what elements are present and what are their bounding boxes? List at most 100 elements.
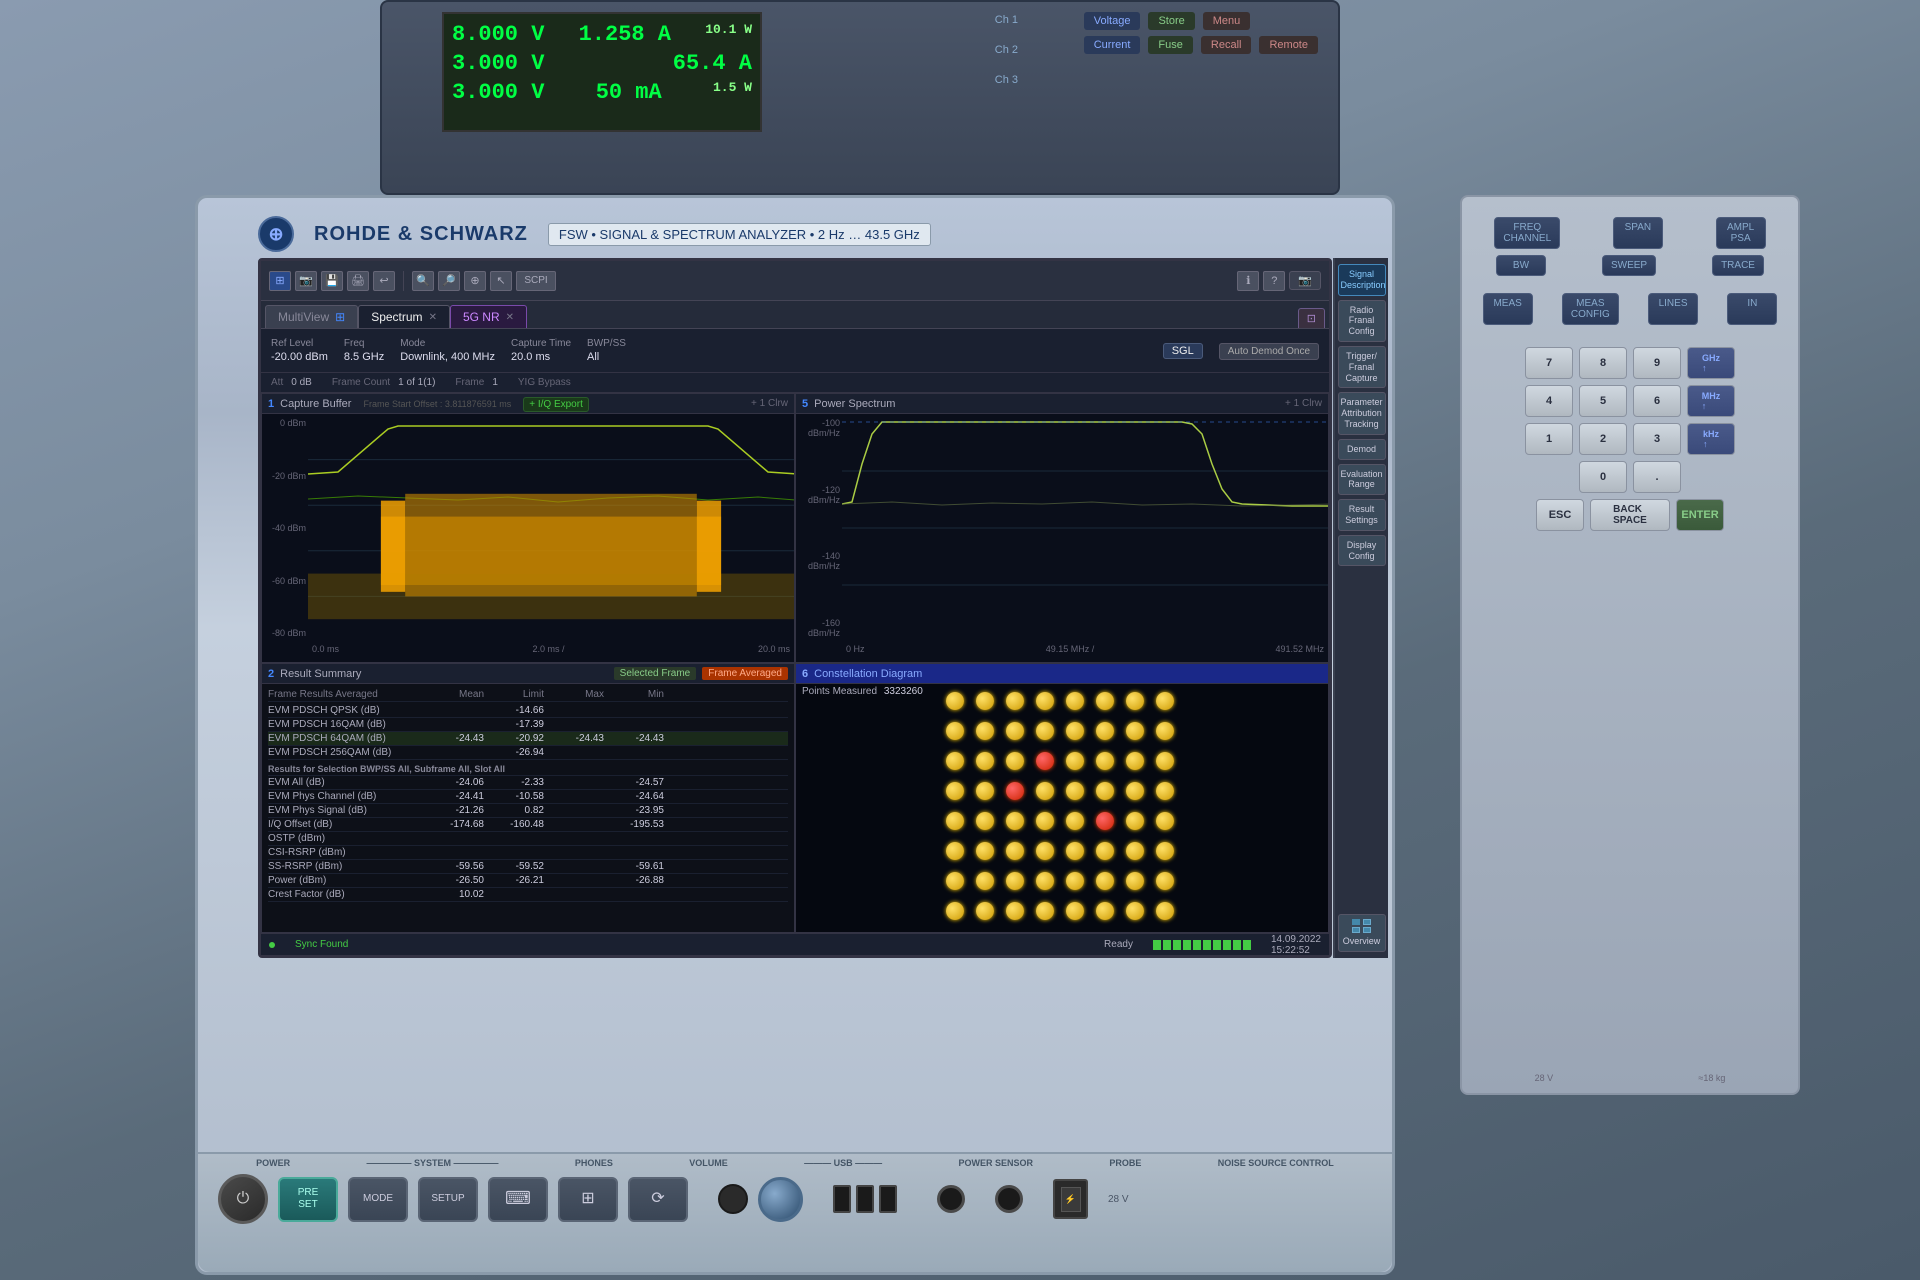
remote-btn[interactable]: Remote (1259, 36, 1318, 54)
power-sensor-connector[interactable] (937, 1185, 965, 1213)
key-4[interactable]: 4 (1525, 385, 1573, 417)
windows-icon[interactable]: ⊞ (269, 271, 291, 291)
trigger-btn[interactable]: Trigger/FranalCapture (1338, 346, 1386, 388)
result-row-iq-offset: I/Q Offset (dB) -174.68 -160.48 -195.53 (268, 818, 788, 832)
ampl-key[interactable]: AMPLPSA (1716, 217, 1766, 249)
key-9[interactable]: 9 (1633, 347, 1681, 379)
overview-btn[interactable]: Overview (1338, 914, 1386, 952)
usb-port-3[interactable] (879, 1185, 897, 1213)
key-2[interactable]: 2 (1579, 423, 1627, 455)
meas-key[interactable]: MEAS (1483, 293, 1533, 325)
tab-spectrum[interactable]: Spectrum ✕ (358, 305, 450, 328)
menu-btn[interactable]: Menu (1203, 12, 1251, 30)
volume-knob[interactable] (758, 1177, 803, 1222)
key-dot[interactable]: . (1633, 461, 1681, 493)
const-dot (1096, 782, 1114, 800)
hw-label-strip: 28 V ≈18 kg (1462, 1073, 1798, 1083)
preset-button[interactable]: PRESET (278, 1177, 338, 1222)
key-8[interactable]: 8 (1579, 347, 1627, 379)
scpi-btn[interactable]: SCPI (516, 271, 556, 291)
lines-key[interactable]: LINES (1648, 293, 1698, 325)
radio-config-btn[interactable]: RadioFranalConfig (1338, 300, 1386, 342)
freq-param: Freq 8.5 GHz (344, 338, 384, 363)
usb-port-1[interactable] (833, 1185, 851, 1213)
recall-btn[interactable]: Recall (1201, 36, 1252, 54)
save-icon[interactable]: 💾 (321, 271, 343, 291)
const-dot (946, 812, 964, 830)
spectrum-close-icon[interactable]: ✕ (429, 312, 437, 323)
probe-connector[interactable] (995, 1185, 1023, 1213)
att-label: Att (271, 377, 283, 388)
key-3[interactable]: 3 (1633, 423, 1681, 455)
key-khz[interactable]: kHz↑ (1687, 423, 1735, 455)
key-backspace[interactable]: BACKSPACE (1590, 499, 1670, 531)
parameter-tracking-btn[interactable]: ParameterAttributionTracking (1338, 392, 1386, 434)
span-key[interactable]: SPAN (1613, 217, 1663, 249)
rotate-button[interactable]: ⟳ (628, 1177, 688, 1222)
mode-button[interactable]: MODE (348, 1177, 408, 1222)
key-mhz[interactable]: MHz↑ (1687, 385, 1735, 417)
bw-key[interactable]: BW (1496, 255, 1546, 276)
result-row-power: Power (dBm) -26.50 -26.21 -26.88 (268, 874, 788, 888)
constellation-panel: 6 Constellation Diagram Points Measured … (795, 663, 1329, 933)
const-dot (1156, 812, 1174, 830)
noise-source-control[interactable]: ⚡ (1053, 1179, 1088, 1219)
key-ghz[interactable]: GHz↑ (1687, 347, 1735, 379)
key-7[interactable]: 7 (1525, 347, 1573, 379)
const-dot (1066, 752, 1084, 770)
keyboard-button[interactable]: ⌨ (488, 1177, 548, 1222)
key-esc[interactable]: ESC (1536, 499, 1584, 531)
fuse-btn[interactable]: Fuse (1148, 36, 1192, 54)
help-icon[interactable]: ? (1263, 271, 1285, 291)
sweep-key[interactable]: SWEEP (1602, 255, 1656, 276)
zoom-in-icon[interactable]: ⊕ (464, 271, 486, 291)
meas-config-key[interactable]: MEASCONFIG (1562, 293, 1619, 325)
ch3-label: Ch 3 (995, 74, 1018, 86)
demod-btn[interactable]: Demod (1338, 439, 1386, 460)
evaluation-range-btn[interactable]: EvaluationRange (1338, 464, 1386, 496)
auto-demod-btn[interactable]: Auto Demod Once (1219, 345, 1319, 357)
tab-multiview[interactable]: MultiView ⊞ (265, 305, 358, 328)
key-1[interactable]: 1 (1525, 423, 1573, 455)
signal-description-btn[interactable]: SignalDescription (1338, 264, 1386, 296)
iq-export-btn[interactable]: + I/Q Export (523, 398, 589, 410)
undo-icon[interactable]: ↩ (373, 271, 395, 291)
capture-time-param: Capture Time 20.0 ms (511, 338, 571, 363)
power-button[interactable]: ⏻ (218, 1174, 268, 1224)
probe-section-label: PROBE (1109, 1158, 1141, 1168)
display-config-btn[interactable]: DisplayConfig (1338, 535, 1386, 567)
usb-port-2[interactable] (856, 1185, 874, 1213)
const-dot (1066, 722, 1084, 740)
key-enter[interactable]: ENTER (1676, 499, 1724, 531)
const-dot (1006, 842, 1024, 860)
capture-waveform (308, 414, 794, 642)
freq-channel-key[interactable]: FREQCHANNEL (1494, 217, 1560, 249)
current-btn[interactable]: Current (1084, 36, 1141, 54)
grid-button[interactable]: ⊞ (558, 1177, 618, 1222)
print-icon[interactable]: 🖨 (347, 271, 369, 291)
5gnr-close-icon[interactable]: ✕ (506, 312, 514, 323)
ready-label: Ready (1104, 939, 1133, 950)
key-5[interactable]: 5 (1579, 385, 1627, 417)
store-btn[interactable]: Store (1148, 12, 1194, 30)
maximize-btn[interactable]: ⊡ (1298, 308, 1325, 328)
toolbar: ⊞ 📷 💾 🖨 ↩ 🔍 🔎 ⊕ ↖ SCPI ℹ ? 📷 (261, 261, 1329, 301)
tab-5gnr[interactable]: 5G NR ✕ (450, 305, 527, 328)
camera-icon[interactable]: 📷 (295, 271, 317, 291)
zoom-icon[interactable]: 🔍 (412, 271, 434, 291)
voltage-btn[interactable]: Voltage (1084, 12, 1141, 30)
cursor-icon[interactable]: ↖ (490, 271, 512, 291)
info-icon[interactable]: ℹ (1237, 271, 1259, 291)
key-6[interactable]: 6 (1633, 385, 1681, 417)
input-key[interactable]: IN (1727, 293, 1777, 325)
setup-button[interactable]: SETUP (418, 1177, 478, 1222)
screenshot-btn[interactable]: 📷 (1289, 271, 1321, 290)
result-row-ss-rsrp: SS-RSRP (dBm) -59.56 -59.52 -59.61 (268, 860, 788, 874)
const-dot (1006, 752, 1024, 770)
zoom-out-icon[interactable]: 🔎 (438, 271, 460, 291)
result-settings-btn[interactable]: ResultSettings (1338, 499, 1386, 531)
key-0[interactable]: 0 (1579, 461, 1627, 493)
trace-key[interactable]: TRACE (1712, 255, 1764, 276)
spectrum-svg (842, 414, 1328, 642)
headphone-jack[interactable] (718, 1184, 748, 1214)
